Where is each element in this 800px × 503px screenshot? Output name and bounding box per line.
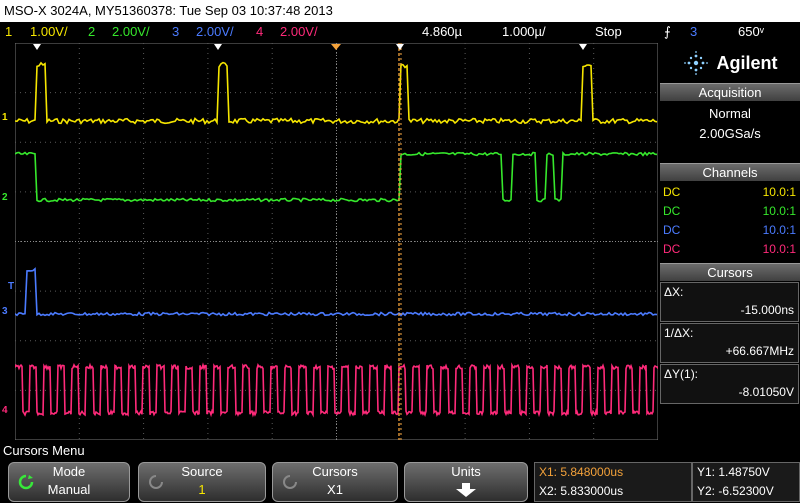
acquisition-header[interactable]: Acquisition — [660, 83, 800, 101]
rotary-knob-icon — [149, 475, 163, 489]
sample-rate: 2.00GSa/s — [699, 126, 761, 141]
waveform-display[interactable] — [15, 43, 658, 440]
run-state: Stop — [595, 24, 622, 39]
channels-header[interactable]: Channels — [660, 163, 800, 181]
status-bar: 1 1.00V/ 2 2.00V/ 3 2.00V/ 4 2.00V/ 4.86… — [0, 22, 800, 42]
brand-logo: Agilent — [660, 43, 800, 83]
inverse-delta-x-box: 1/ΔX: +66.667MHz — [660, 323, 799, 363]
x1-readout: X1: 5.848000us — [539, 465, 624, 479]
horizontal-delay[interactable]: 4.860µ — [422, 22, 462, 42]
menu-title: Cursors Menu — [0, 442, 800, 460]
inverse-delta-x-label: 1/ΔX: — [664, 326, 694, 340]
ch2-number[interactable]: 2 — [88, 22, 95, 42]
rotary-knob-icon — [18, 474, 34, 490]
x-cursor-readout: X1: 5.848000us X2: 5.833000us — [534, 462, 692, 502]
y1-readout: Y1: 1.48750V — [697, 465, 770, 479]
acquisition-mode: Normal — [709, 106, 751, 121]
ch1-number[interactable]: 1 — [5, 22, 12, 42]
sidebar: Agilent Acquisition Normal 2.00GSa/s Cha… — [660, 43, 800, 440]
x2-readout: X2: 5.833000us — [539, 484, 624, 498]
ch3-coupling: DC — [663, 223, 681, 237]
channel-row-2: DC 10.0:1 — [663, 202, 796, 221]
ch1-coupling: DC — [663, 185, 681, 199]
ch4-number[interactable]: 4 — [256, 22, 263, 42]
delta-y-label: ΔY(1): — [664, 367, 699, 381]
brand-name: Agilent — [716, 52, 778, 73]
cursors-softkey[interactable]: Cursors X1 — [272, 462, 398, 502]
channels-panel: DC 10.0:1 DC 10.0:1 DC 10.0:1 DC 10.0:1 — [660, 182, 800, 262]
delta-x-value: -15.000ns — [740, 303, 794, 317]
softkey-bar: Mode Manual Source 1 Cursors X1 Units X1… — [0, 460, 800, 503]
rotary-knob-icon — [283, 475, 297, 489]
ch3-scale[interactable]: 2.00V/ — [196, 22, 234, 42]
ch3-probe: 10.0:1 — [762, 223, 796, 237]
y-cursor-readout: Y1: 1.48750V Y2: -6.52300V — [692, 462, 800, 502]
y2-readout: Y2: -6.52300V — [697, 484, 774, 498]
agilent-spark-icon — [683, 51, 708, 75]
trigger-level[interactable]: 650ᵛ — [738, 22, 764, 42]
trigger-edge-icon: ⨍ — [664, 24, 671, 39]
delta-x-box: ΔX: -15.000ns — [660, 282, 799, 322]
ch4-probe: 10.0:1 — [762, 242, 796, 256]
inverse-delta-x-value: +66.667MHz — [725, 344, 794, 358]
ch3-number[interactable]: 3 — [172, 22, 179, 42]
mode-softkey[interactable]: Mode Manual — [8, 462, 130, 502]
channel-row-1: DC 10.0:1 — [663, 183, 796, 202]
ch1-probe: 10.0:1 — [762, 185, 796, 199]
trigger-level-marker[interactable]: T — [8, 281, 14, 293]
ch1-scale[interactable]: 1.00V/ — [30, 22, 68, 42]
ch4-ground-marker[interactable]: 4 — [2, 405, 8, 417]
channel-row-4: DC 10.0:1 — [663, 240, 796, 259]
units-label: Units — [451, 464, 481, 479]
window-title: MSO-X 3024A, MY51360378: Tue Sep 03 10:3… — [0, 0, 800, 22]
ch4-scale[interactable]: 2.00V/ — [280, 22, 318, 42]
channel-row-3: DC 10.0:1 — [663, 221, 796, 240]
ch4-coupling: DC — [663, 242, 681, 256]
ch2-scale[interactable]: 2.00V/ — [112, 22, 150, 42]
units-softkey[interactable]: Units — [404, 462, 528, 502]
ch2-ground-marker[interactable]: 2 — [2, 192, 8, 204]
down-arrow-icon — [456, 483, 476, 497]
delta-y-value: -8.01050V — [738, 385, 794, 399]
trigger-source[interactable]: 3 — [690, 22, 697, 42]
delta-y-box: ΔY(1): -8.01050V — [660, 364, 799, 404]
source-softkey[interactable]: Source 1 — [138, 462, 266, 502]
ch2-coupling: DC — [663, 204, 681, 218]
delta-x-label: ΔX: — [664, 285, 684, 299]
waveform-graticule — [15, 43, 658, 440]
ch3-ground-marker[interactable]: 3 — [2, 306, 8, 318]
timebase-scale[interactable]: 1.000µ/ — [502, 22, 546, 42]
cursors-header[interactable]: Cursors — [660, 263, 800, 281]
acquisition-panel: Normal 2.00GSa/s — [660, 102, 800, 162]
ch1-ground-marker[interactable]: 1 — [2, 112, 8, 124]
ch2-probe: 10.0:1 — [762, 204, 796, 218]
